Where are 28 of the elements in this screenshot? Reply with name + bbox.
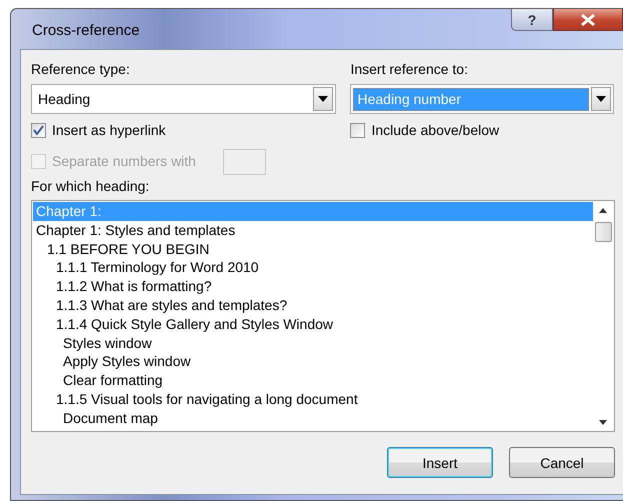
list-item[interactable]: 1.1.1 Terminology for Word 2010 — [33, 258, 593, 278]
checkbox[interactable] — [350, 122, 366, 138]
field-label: Insert reference to: — [350, 60, 468, 78]
reference-type-dropdown[interactable]: Heading — [31, 84, 336, 114]
close-icon — [580, 14, 596, 26]
list-item[interactable]: Document map — [33, 408, 593, 428]
list-item[interactable]: Clear formatting — [33, 371, 593, 390]
field-label: Reference type: — [31, 60, 130, 78]
scroll-thumb[interactable] — [594, 222, 612, 242]
cancel-button[interactable]: Cancel — [509, 447, 615, 478]
checkbox-label[interactable]: Insert as hyperlink — [52, 122, 166, 138]
list-item[interactable]: Apply Styles window — [33, 352, 593, 372]
window-title: Cross-reference — [32, 22, 140, 39]
checkbox-label[interactable]: Include above/below — [371, 122, 500, 138]
separator-input-field[interactable] — [223, 149, 266, 175]
insert-button[interactable]: Insert — [387, 447, 493, 478]
close-button[interactable] — [553, 9, 623, 31]
help-button[interactable]: ? — [511, 9, 553, 31]
list-item[interactable]: Styles window — [33, 334, 593, 352]
checkbox[interactable] — [31, 122, 46, 138]
list-item[interactable]: 1.1 BEFORE YOU BEGIN — [33, 240, 593, 258]
list-label: For which heading: — [31, 177, 150, 195]
list-item[interactable]: 1.1.2 What is formatting? — [33, 277, 593, 296]
list-item[interactable]: Chapter 1: Styles and templates — [33, 220, 593, 240]
heading-list[interactable] — [31, 200, 615, 432]
list-item[interactable]: 1.1.3 What are styles and templates? — [33, 296, 593, 315]
list-item[interactable]: 1.1.5 Visual tools for navigating a long document — [33, 390, 593, 409]
list-item[interactable]: 1.1.4 Quick Style Gallery and Styles Window — [33, 314, 593, 334]
